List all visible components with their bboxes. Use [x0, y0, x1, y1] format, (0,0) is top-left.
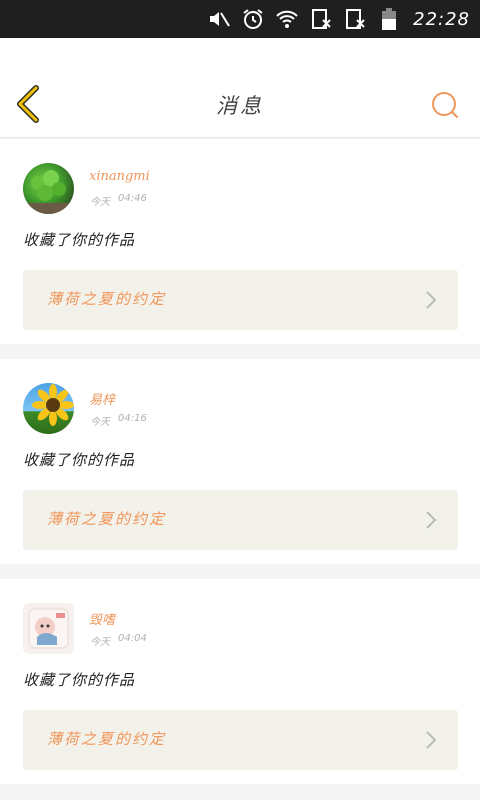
user-avatar[interactable] [23, 603, 74, 654]
message-action: 收藏了你的作品 [23, 451, 136, 469]
username[interactable]: 毁嗜 [89, 609, 115, 628]
message-date: 今天 [90, 637, 110, 648]
clover-plant-avatar [23, 170, 74, 214]
username[interactable]: xinangmi [89, 169, 150, 184]
user-avatar[interactable] [23, 383, 74, 434]
status-bar: 22:28 [0, 0, 480, 38]
header: 消息 [0, 38, 480, 138]
chevron-right-icon [426, 511, 437, 529]
work-link[interactable]: 薄荷之夏的约定 [23, 490, 458, 550]
message-meta: 今天 04:46 [90, 193, 147, 208]
chevron-right-icon [426, 731, 437, 749]
work-title: 薄荷之夏的约定 [47, 290, 167, 308]
work-link[interactable]: 薄荷之夏的约定 [23, 270, 458, 330]
work-link[interactable]: 薄荷之夏的约定 [23, 710, 458, 770]
work-title: 薄荷之夏的约定 [47, 510, 167, 528]
chevron-right-icon [426, 291, 437, 309]
username[interactable]: 易梓 [89, 389, 115, 408]
search-icon [432, 92, 458, 118]
message-meta: 今天 04:16 [90, 413, 147, 428]
search-button[interactable] [430, 90, 460, 120]
message-time: 04:46 [118, 193, 147, 204]
work-title: 薄荷之夏的约定 [47, 730, 167, 748]
message-card: 易梓 今天 04:16 收藏了你的作品 薄荷之夏的约定 [0, 359, 480, 564]
message-card: xinangmi 今天 04:46 收藏了你的作品 薄荷之夏的约定 [0, 139, 480, 344]
sticker-avatar [28, 608, 69, 649]
no-sim-icon [309, 7, 333, 31]
battery-icon [377, 7, 401, 31]
message-time: 04:04 [118, 633, 147, 644]
message-card: 毁嗜 今天 04:04 收藏了你的作品 薄荷之夏的约定 [0, 579, 480, 784]
no-sim-icon [343, 7, 367, 31]
message-date: 今天 [90, 417, 110, 428]
mute-icon [207, 7, 231, 31]
wifi-icon [275, 7, 299, 31]
sunflower-avatar [32, 384, 74, 426]
message-date: 今天 [90, 197, 110, 208]
message-time: 04:16 [118, 413, 147, 424]
message-meta: 今天 04:04 [90, 633, 147, 648]
message-action: 收藏了你的作品 [23, 671, 136, 689]
message-list: xinangmi 今天 04:46 收藏了你的作品 薄荷之夏的约定 易梓 今天 … [0, 139, 480, 799]
user-avatar[interactable] [23, 163, 74, 214]
page-title: 消息 [216, 94, 264, 118]
status-time: 22:28 [413, 8, 470, 30]
alarm-icon [241, 7, 265, 31]
message-action: 收藏了你的作品 [23, 231, 136, 249]
